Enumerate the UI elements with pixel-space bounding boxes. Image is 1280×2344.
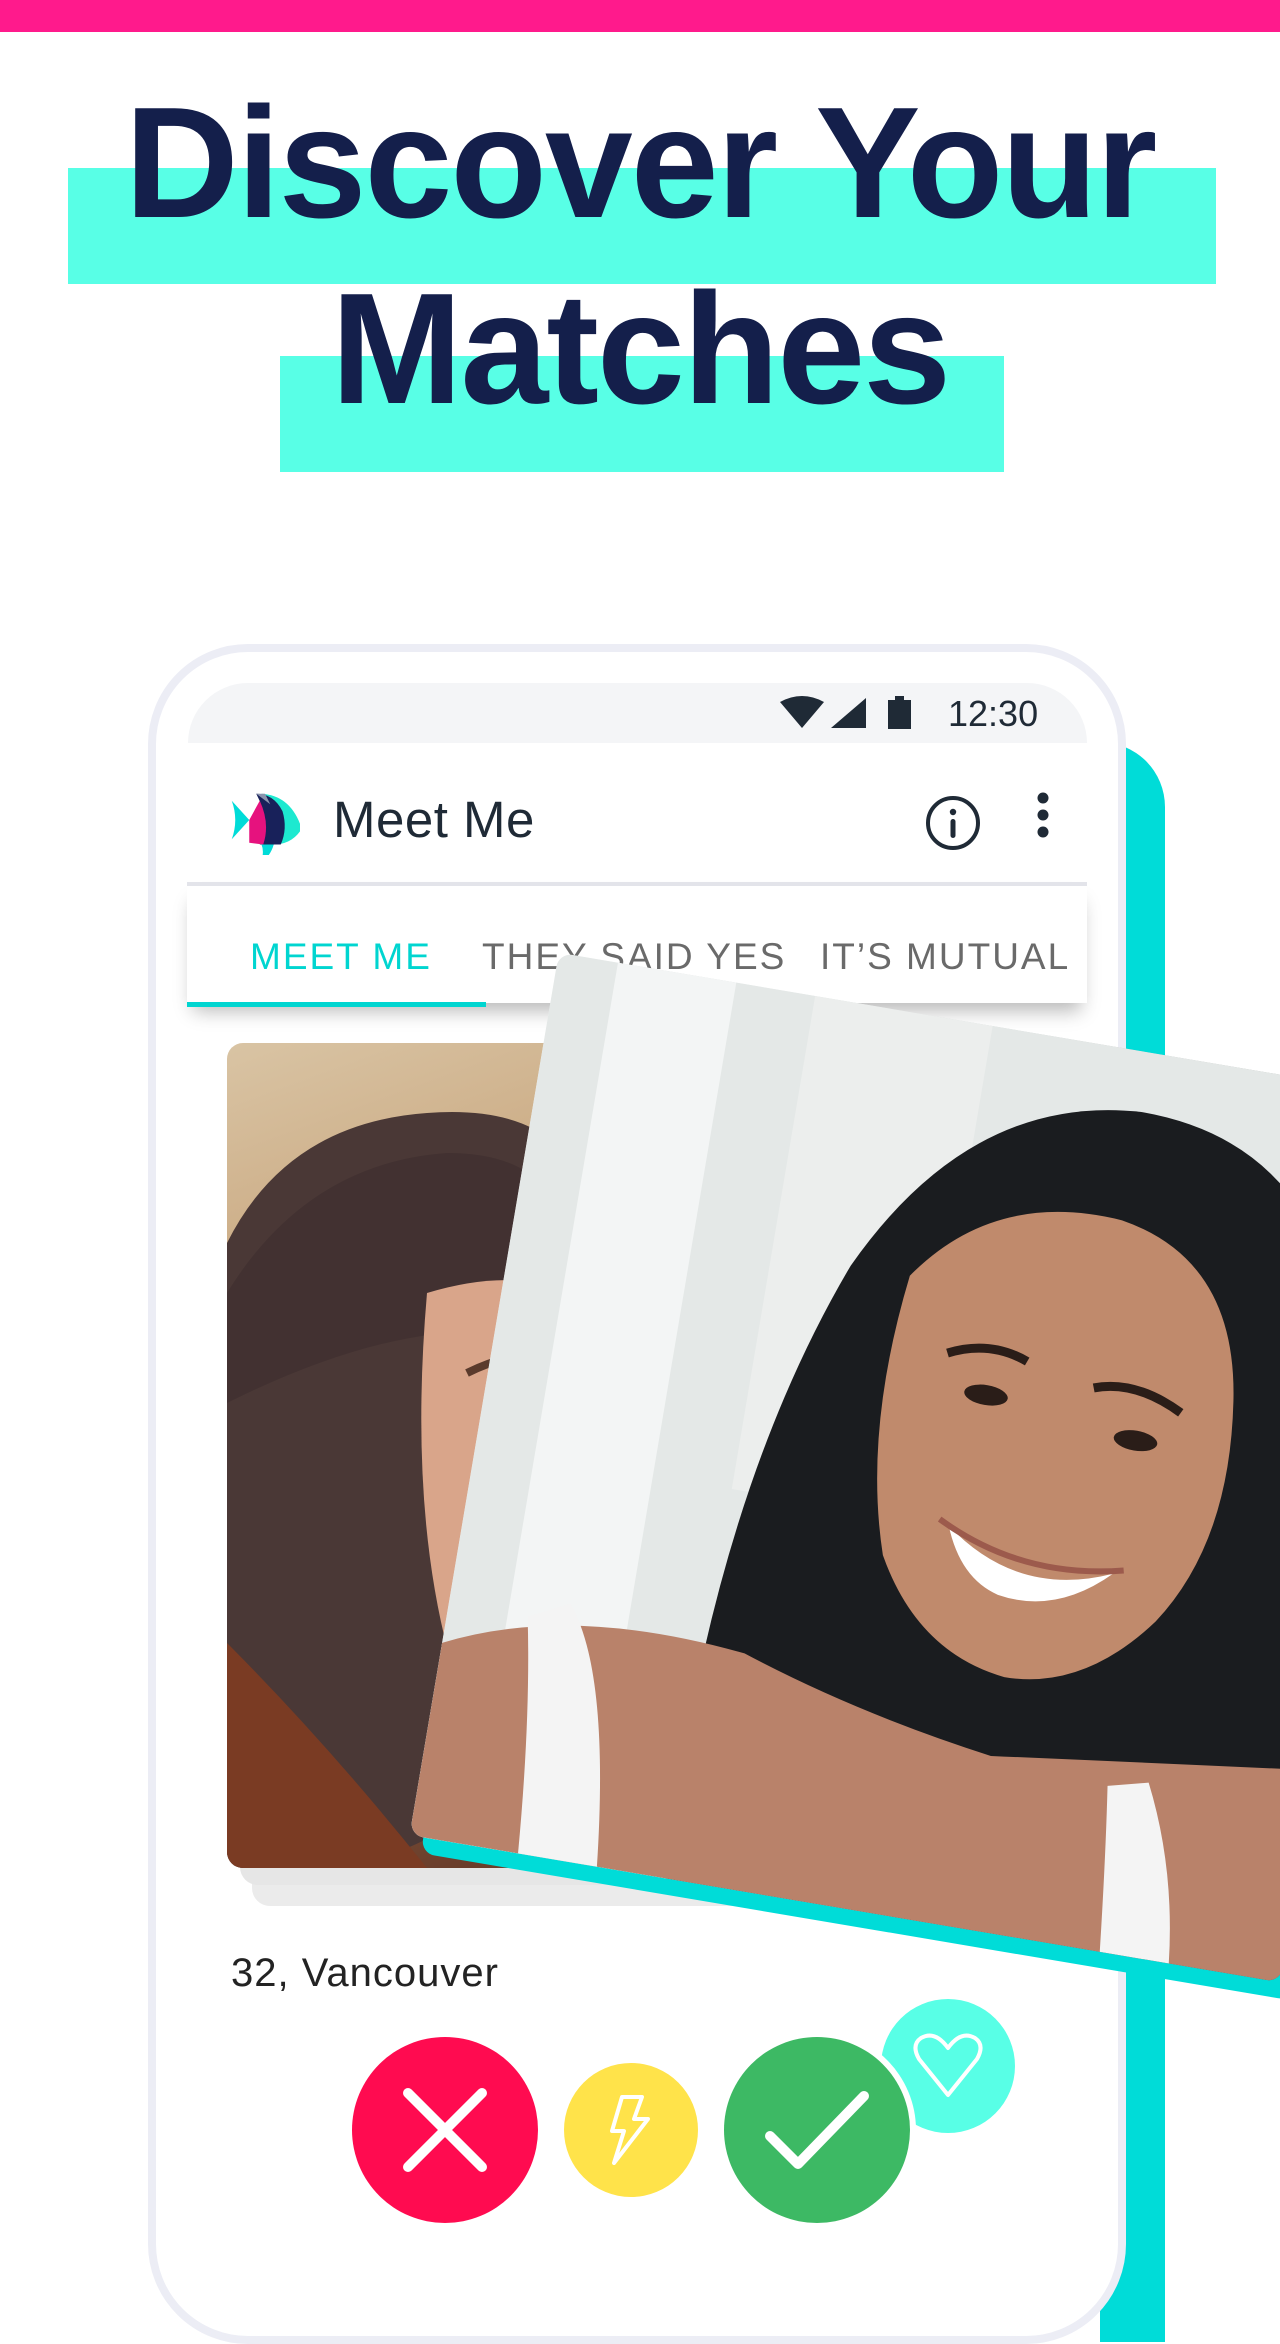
info-icon[interactable] xyxy=(924,794,982,852)
status-time: 12:30 xyxy=(948,693,1039,734)
profile-caption: 32, Vancouver xyxy=(231,1951,499,1995)
like-button[interactable] xyxy=(724,2037,910,2223)
front-card-wrapper xyxy=(409,952,1280,2001)
front-profile-photo[interactable] xyxy=(409,952,1280,1983)
headline-line-2: Matches xyxy=(330,261,951,437)
signal-icon xyxy=(831,698,866,728)
close-icon xyxy=(403,2088,487,2172)
dislike-button[interactable] xyxy=(352,2037,538,2223)
headline-line-1: Discover Your xyxy=(124,75,1158,251)
active-tab-indicator xyxy=(187,1002,486,1007)
more-vert-icon[interactable] xyxy=(1030,792,1056,840)
lightning-icon xyxy=(610,2095,650,2165)
battery-icon xyxy=(888,696,911,729)
fish-logo-icon xyxy=(231,793,300,855)
top-accent-bar xyxy=(0,0,1280,32)
heart-icon xyxy=(913,2033,983,2097)
boost-button[interactable] xyxy=(564,2063,698,2197)
check-icon xyxy=(765,2091,869,2169)
status-icons xyxy=(780,696,911,729)
tab-its-mutual[interactable]: IT’S MUTUAL xyxy=(820,936,1070,978)
app-title: Meet Me xyxy=(333,791,535,848)
wifi-icon xyxy=(780,696,824,728)
front-photo-illustration xyxy=(409,952,1280,1983)
tab-meet-me[interactable]: MEET ME xyxy=(250,936,432,978)
